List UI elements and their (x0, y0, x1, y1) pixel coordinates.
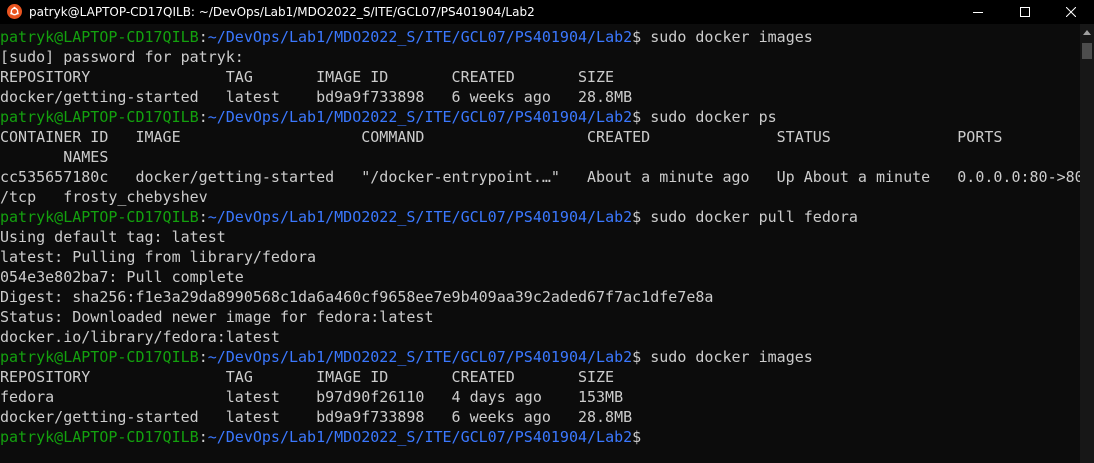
prompt-line: patryk@LAPTOP-CD17QILB:~/DevOps/Lab1/MDO… (0, 27, 1080, 47)
output-line: 054e3e802ba7: Pull complete (0, 268, 244, 286)
output-line: fedora latest b97d90f26110 4 days ago 15… (0, 388, 624, 406)
prompt-user-host: patryk@LAPTOP-CD17QILB (0, 28, 199, 46)
output-line: REPOSITORY TAG IMAGE ID CREATED SIZE (0, 368, 615, 386)
minimize-icon (973, 12, 983, 13)
prompt-symbol: $ (632, 108, 642, 126)
close-button[interactable] (1048, 0, 1094, 24)
prompt-user-host: patryk@LAPTOP-CD17QILB (0, 348, 199, 366)
output-line: /tcp frosty_chebyshev (0, 188, 208, 206)
output-line: cc535657180c docker/getting-started "/do… (0, 168, 1080, 186)
command-text: sudo docker images (641, 348, 813, 366)
prompt-separator: : (198, 428, 208, 446)
prompt-path: ~/DevOps/Lab1/MDO2022_S/ITE/GCL07/PS4019… (207, 428, 633, 446)
prompt-separator: : (198, 28, 208, 46)
output-line: Using default tag: latest (0, 228, 226, 246)
output-line: [sudo] password for patryk: (0, 48, 244, 66)
maximize-icon (1020, 7, 1030, 17)
minimize-button[interactable] (955, 0, 1001, 24)
output-line: REPOSITORY TAG IMAGE ID CREATED SIZE (0, 68, 615, 86)
prompt-line: patryk@LAPTOP-CD17QILB:~/DevOps/Lab1/MDO… (0, 347, 1080, 367)
prompt-path: ~/DevOps/Lab1/MDO2022_S/ITE/GCL07/PS4019… (207, 108, 633, 126)
output-line: docker/getting-started latest bd9a9f7338… (0, 408, 633, 426)
output-line: latest: Pulling from library/fedora (0, 248, 317, 266)
prompt-symbol: $ (632, 28, 642, 46)
prompt-symbol: $ (632, 348, 642, 366)
prompt-separator: : (198, 208, 208, 226)
output-line: NAMES (0, 148, 109, 166)
prompt-line: patryk@LAPTOP-CD17QILB:~/DevOps/Lab1/MDO… (0, 427, 1080, 447)
output-line: Digest: sha256:f1e3a29da8990568c1da6a460… (0, 288, 714, 306)
command-text: sudo docker ps (641, 108, 777, 126)
prompt-path: ~/DevOps/Lab1/MDO2022_S/ITE/GCL07/PS4019… (207, 28, 633, 46)
terminal-output[interactable]: patryk@LAPTOP-CD17QILB:~/DevOps/Lab1/MDO… (0, 27, 1080, 463)
command-text: sudo docker pull fedora (641, 208, 858, 226)
ubuntu-icon (7, 4, 22, 19)
prompt-user-host: patryk@LAPTOP-CD17QILB (0, 208, 199, 226)
output-line: CONTAINER ID IMAGE COMMAND CREATED STATU… (0, 128, 1003, 146)
vertical-scrollbar[interactable] (1080, 24, 1094, 463)
window-title: patryk@LAPTOP-CD17QILB: ~/DevOps/Lab1/MD… (29, 5, 535, 19)
prompt-path: ~/DevOps/Lab1/MDO2022_S/ITE/GCL07/PS4019… (207, 348, 633, 366)
terminal-window: patryk@LAPTOP-CD17QILB: ~/DevOps/Lab1/MD… (0, 0, 1094, 463)
output-line: Status: Downloaded newer image for fedor… (0, 308, 434, 326)
maximize-button[interactable] (1002, 0, 1048, 24)
scrollbar-thumb[interactable] (1082, 43, 1092, 59)
prompt-line: patryk@LAPTOP-CD17QILB:~/DevOps/Lab1/MDO… (0, 207, 1080, 227)
title-bar[interactable]: patryk@LAPTOP-CD17QILB: ~/DevOps/Lab1/MD… (0, 0, 1094, 24)
prompt-user-host: patryk@LAPTOP-CD17QILB (0, 108, 199, 126)
prompt-user-host: patryk@LAPTOP-CD17QILB (0, 428, 199, 446)
prompt-symbol: $ (632, 208, 642, 226)
close-icon (1066, 7, 1076, 17)
prompt-line: patryk@LAPTOP-CD17QILB:~/DevOps/Lab1/MDO… (0, 107, 1080, 127)
prompt-separator: : (198, 348, 208, 366)
output-line: docker.io/library/fedora:latest (0, 328, 280, 346)
command-text: sudo docker images (641, 28, 813, 46)
prompt-separator: : (198, 108, 208, 126)
prompt-path: ~/DevOps/Lab1/MDO2022_S/ITE/GCL07/PS4019… (207, 208, 633, 226)
prompt-symbol: $ (632, 428, 642, 446)
output-line: docker/getting-started latest bd9a9f7338… (0, 88, 633, 106)
scroll-up-arrow-icon[interactable] (1080, 24, 1094, 40)
